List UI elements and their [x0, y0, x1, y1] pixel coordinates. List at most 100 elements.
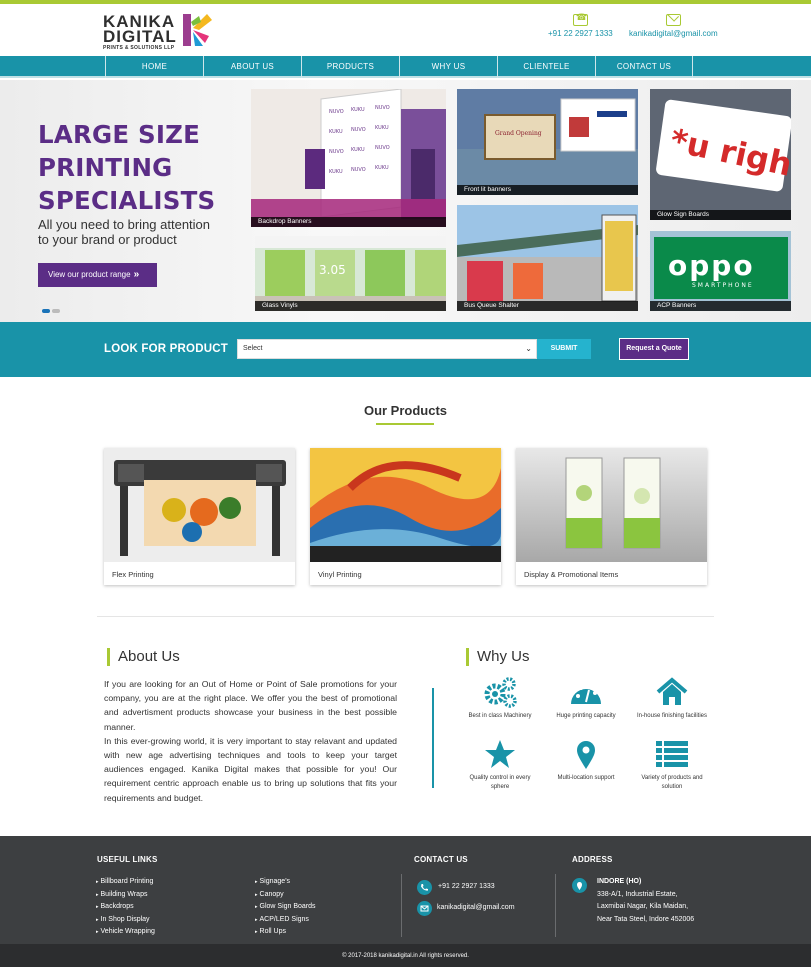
oppo-text: oppo: [668, 249, 755, 282]
footer-link[interactable]: ACP/LED Signs: [255, 914, 316, 927]
product-label: Flex Printing: [112, 570, 154, 579]
mail-icon: [665, 14, 681, 26]
svg-text:KUKU: KUKU: [329, 129, 343, 135]
logo-k-mark-icon: [183, 14, 212, 46]
footer-divider: [555, 874, 556, 937]
footer-link[interactable]: In Shop Display: [96, 914, 155, 927]
products-section-title: Our Products: [363, 403, 448, 418]
product-label: Vinyl Printing: [318, 570, 362, 579]
slider-dot-1[interactable]: [42, 309, 50, 313]
why-label: Huge printing capacity: [556, 713, 616, 719]
product-select[interactable]: Select ⌄: [237, 339, 537, 359]
footer-phone[interactable]: +91 22 2927 1333: [438, 881, 495, 894]
useful-links-col2: Signage's Canopy Glow Sign Boards ACP/LE…: [255, 876, 316, 939]
footer-link[interactable]: Backdrops: [96, 901, 155, 914]
address-name: INDORE (HO): [597, 878, 642, 885]
home-icon: [656, 677, 688, 705]
address-block: INDORE (HO) 338-A/1, Industrial Estate, …: [597, 876, 694, 926]
contact-us-title: CONTACT US: [414, 855, 468, 864]
header-phone-text: +91 22 2927 1333: [548, 29, 613, 38]
mail-icon: [417, 901, 432, 916]
address-line1: 338-A/1, Industrial Estate,: [597, 890, 678, 898]
nav-home[interactable]: HOME: [105, 56, 203, 78]
svg-text:KUKU: KUKU: [375, 125, 389, 131]
why-label: Quality control in every sphere: [469, 775, 531, 790]
hero-slider: LARGE SIZE PRINTING SPECIALISTS All you …: [0, 80, 811, 322]
footer-link[interactable]: Billboard Printing: [96, 876, 155, 889]
footer: USEFUL LINKS Billboard Printing Building…: [0, 836, 811, 944]
why-label: Multi-location support: [557, 775, 615, 781]
phone-icon: [417, 880, 432, 895]
dashboard-icon: [571, 684, 601, 704]
tile-caption: Glow Sign Boards: [650, 210, 791, 220]
view-products-button-label: View our product range: [48, 270, 131, 279]
hero-title-line3: SPECIALISTS: [38, 186, 216, 215]
why-item-variety: Variety of products and solution: [632, 738, 712, 792]
gears-icon: [484, 677, 517, 708]
hero-tile-backdrop-banners: NUVO KUKU NUVO KUKU NUVO KUKU NUVO KUKU NUVO K…: [251, 89, 446, 227]
svg-text:KUKU: KUKU: [351, 147, 365, 153]
submit-button[interactable]: SUBMIT: [537, 339, 591, 359]
product-label: Display & Promotional Items: [524, 570, 619, 579]
footer-link[interactable]: Roll Ups: [255, 926, 316, 939]
front-lit-text: Grand Opening: [495, 130, 542, 137]
view-products-button[interactable]: View our product range»: [38, 263, 157, 287]
smartphone-text: SMARTPHONE: [692, 282, 754, 289]
header-phone[interactable]: +91 22 2927 1333: [548, 12, 613, 38]
tile-caption: Front lit banners: [457, 185, 638, 195]
svg-text:KUKU: KUKU: [375, 165, 389, 171]
product-select-value: Select: [243, 345, 263, 352]
why-item-finishing: In-house finishing facilities: [632, 676, 712, 721]
request-quote-button[interactable]: Request a Quote: [619, 338, 689, 360]
footer-link[interactable]: Glow Sign Boards: [255, 901, 316, 914]
product-card-flex-printing[interactable]: Flex Printing: [104, 448, 295, 585]
title-underline: [376, 423, 434, 425]
nav-why-us[interactable]: WHY US: [399, 56, 497, 78]
footer-link[interactable]: Vehicle Wrapping: [96, 926, 155, 939]
hero-subtitle: All you need to bring attention to your …: [38, 217, 210, 247]
display-promotional-image: [516, 448, 707, 562]
svg-text:NUVO: NUVO: [351, 127, 366, 133]
bus-shelter-image: [457, 205, 638, 311]
about-para-2: In this ever-growing world, it is very i…: [104, 735, 397, 803]
hero-title-line1: LARGE SIZE: [38, 120, 201, 149]
product-card-display-promotional[interactable]: Display & Promotional Items: [516, 448, 707, 585]
hero-subtitle-line1: All you need to bring attention: [38, 217, 211, 232]
list-icon: [656, 741, 688, 767]
footer-email[interactable]: kanikadigital@gmail.com: [437, 902, 515, 915]
address-line2: Laxmibai Nagar, Kila Maidan,: [597, 903, 689, 910]
tile-caption: Glass Vinyls: [255, 301, 446, 311]
nav-contact-us[interactable]: CONTACT US: [595, 56, 693, 78]
nav-about-us[interactable]: ABOUT US: [203, 56, 301, 78]
star-icon: [485, 740, 515, 768]
tile-caption: ACP Banners: [650, 301, 791, 311]
look-for-product-label: LOOK FOR PRODUCT: [104, 343, 228, 355]
map-marker-icon: [572, 878, 587, 893]
hero-title-line2: PRINTING: [38, 153, 173, 182]
backdrop-banners-image: NUVO KUKU NUVO KUKU NUVO KUKU NUVO KUKU NUVO K…: [251, 89, 446, 227]
svg-text:NUVO: NUVO: [351, 167, 366, 173]
flex-printing-image: [104, 448, 295, 562]
footer-link[interactable]: Building Wraps: [96, 889, 155, 902]
phone-icon: [572, 12, 588, 26]
header-email[interactable]: kanikadigital@gmail.com: [629, 14, 718, 38]
section-divider: [97, 616, 714, 617]
nav-clientele[interactable]: CLIENTELE: [497, 56, 595, 78]
logo[interactable]: KANIKA DIGITAL PRINTS & SOLUTIONS LLP: [103, 13, 215, 54]
svg-text:KUKU: KUKU: [351, 107, 365, 113]
footer-link[interactable]: Canopy: [255, 889, 316, 902]
about-para-1: If you are looking for an Out of Home or…: [104, 679, 397, 732]
why-label: In-house finishing facilities: [636, 713, 708, 719]
slider-dot-2[interactable]: [52, 309, 60, 313]
tile-caption: Backdrop Banners: [251, 217, 446, 227]
footer-link[interactable]: Signage's: [255, 876, 316, 889]
vinyl-printing-image: [310, 448, 501, 562]
hero-tile-front-lit-banners: Grand Opening Front lit banners: [457, 89, 638, 195]
svg-text:NUVO: NUVO: [329, 149, 344, 155]
product-card-vinyl-printing[interactable]: Vinyl Printing: [310, 448, 501, 585]
header-email-text: kanikadigital@gmail.com: [629, 29, 718, 38]
footer-divider: [401, 874, 402, 937]
hero-tile-bus-queue-shelter: Bus Queue Shalter: [457, 205, 638, 311]
nav-products[interactable]: PRODUCTS: [301, 56, 399, 78]
useful-links-col1: Billboard Printing Building Wraps Backdr…: [96, 876, 155, 939]
